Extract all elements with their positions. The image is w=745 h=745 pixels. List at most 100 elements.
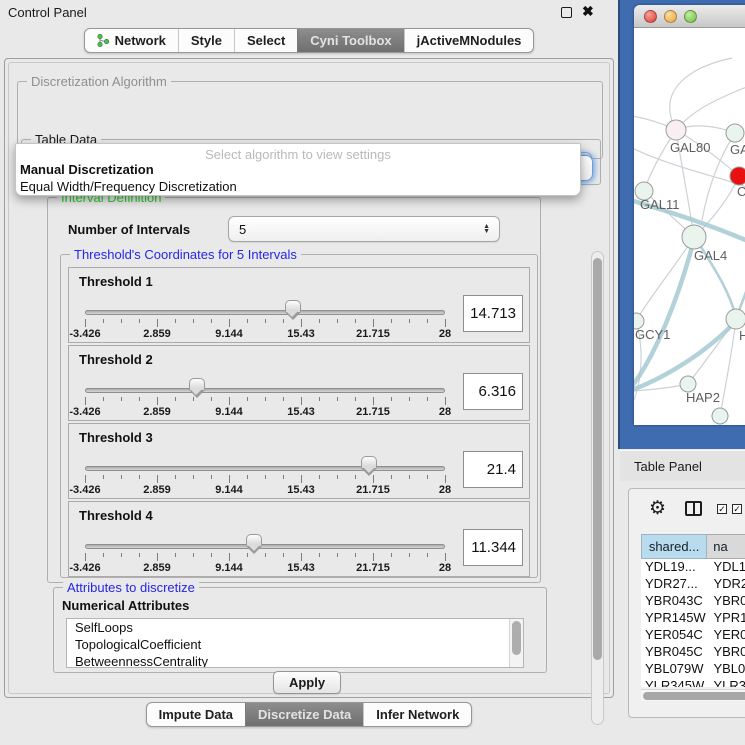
attribute-list-item[interactable]: BetweennessCentrality <box>67 653 523 668</box>
network-node-gal4[interactable] <box>682 225 706 249</box>
mac-close-icon[interactable] <box>644 10 657 23</box>
column-layout-icon[interactable] <box>685 501 702 516</box>
threshold-value-field[interactable]: 14.713 <box>463 295 523 332</box>
table-row[interactable]: YLR345WYLR3 <box>641 678 745 687</box>
cell-name: YBR0 <box>707 644 745 661</box>
tab-network-label: Network <box>115 33 166 48</box>
algorithm-option-manual[interactable]: Manual Discretization <box>20 162 154 177</box>
column-header-name[interactable]: na <box>707 534 745 559</box>
network-canvas[interactable]: GAL80GACGAL11GAL4GCY1HHAP2 <box>634 28 745 425</box>
slider-ticks <box>85 553 445 561</box>
network-node-label: HAP2 <box>686 390 720 405</box>
threshold-panel: Threshold 1-3.4262.8599.14415.4321.71528… <box>68 267 530 343</box>
attribute-list-item[interactable]: TopologicalCoefficient <box>67 636 523 653</box>
checkbox-icon[interactable]: ✓ <box>717 504 727 514</box>
number-of-intervals-value: 5 <box>239 222 246 237</box>
slider-thumb[interactable] <box>246 534 262 554</box>
network-window: GAL80GACGAL11GAL4GCY1HHAP2 <box>618 0 745 449</box>
slider-track[interactable] <box>85 544 445 549</box>
table-row[interactable]: YBR045CYBR0 <box>641 644 745 661</box>
table-row[interactable]: YBL079WYBL0 <box>641 661 745 678</box>
network-node-label: GAL11 <box>640 197 680 212</box>
network-node-label: GA <box>730 142 745 157</box>
cell-name: YPR1 <box>707 610 745 627</box>
tab-cyni-toolbox[interactable]: Cyni Toolbox <box>297 29 403 52</box>
algorithm-popup-hint: Select algorithm to view settings <box>16 147 580 162</box>
cell-name: YDR2 <box>707 576 745 593</box>
network-window-titlebar <box>634 5 745 28</box>
tab-infer-network-label: Infer Network <box>376 707 459 722</box>
table-row[interactable]: YDR27...YDR2 <box>641 576 745 593</box>
control-panel-titlebar: Control Panel ✖ <box>0 0 618 25</box>
float-window-icon[interactable] <box>561 7 572 18</box>
table-panel: ⚙ ✓ ✓ shared... na YDL19...YDL1YDR27...Y… <box>628 488 745 718</box>
threshold-slider[interactable]: -3.4262.8599.14415.4321.71528 <box>85 424 445 500</box>
attributes-group-label: Attributes to discretize <box>63 580 199 595</box>
combo-stepper-icon: ▲▼ <box>483 224 490 234</box>
node-table-rows: YDL19...YDL1YDR27...YDR2YBR043CYBR0YPR14… <box>641 559 745 687</box>
algorithm-option-equal-width[interactable]: Equal Width/Frequency Discretization <box>20 179 237 194</box>
threshold-value-field[interactable]: 6.316 <box>463 373 523 410</box>
slider-track[interactable] <box>85 388 445 393</box>
network-node-c[interactable] <box>730 167 745 185</box>
network-node-ga[interactable] <box>726 124 744 142</box>
table-panel-title: Table Panel <box>634 459 702 474</box>
panel-vertical-scrollbar[interactable] <box>591 251 604 725</box>
cell-shared-name: YER054C <box>641 627 707 644</box>
network-node-label: GAL4 <box>694 248 727 263</box>
discretization-algorithm-group-label: Discretization Algorithm <box>27 74 171 89</box>
network-node-gal80[interactable] <box>666 120 686 140</box>
threshold-slider[interactable]: -3.4262.8599.14415.4321.71528 <box>85 346 445 422</box>
network-node-label: C <box>737 184 745 199</box>
table-row[interactable]: YDL19...YDL1 <box>641 559 745 576</box>
threshold-value-field[interactable]: 21.4 <box>463 451 523 488</box>
table-row[interactable]: YBR043CYBR0 <box>641 593 745 610</box>
close-icon[interactable]: ✖ <box>582 3 594 20</box>
tab-style-label: Style <box>191 33 222 48</box>
cell-shared-name: YDR27... <box>641 576 707 593</box>
bottom-tab-bar: Impute Data Discretize Data Infer Networ… <box>0 702 618 727</box>
tab-discretize-data[interactable]: Discretize Data <box>245 703 363 726</box>
apply-button[interactable]: Apply <box>273 671 341 694</box>
slider-track[interactable] <box>85 466 445 471</box>
slider-ticks <box>85 475 445 483</box>
number-of-intervals-label: Number of Intervals <box>68 222 190 237</box>
cell-shared-name: YBR043C <box>641 593 707 610</box>
tab-discretize-data-label: Discretize Data <box>258 707 351 722</box>
column-header-shared-name[interactable]: shared... <box>641 534 707 559</box>
cell-shared-name: YBR045C <box>641 644 707 661</box>
checkbox-icon[interactable]: ✓ <box>732 504 742 514</box>
table-row[interactable]: YPR145WYPR1 <box>641 610 745 627</box>
tab-select[interactable]: Select <box>234 29 297 52</box>
attributes-list-scrollbar[interactable] <box>509 619 523 667</box>
network-node-h[interactable] <box>726 309 745 329</box>
slider-thumb[interactable] <box>285 300 301 320</box>
cell-name: YLR3 <box>707 678 745 687</box>
tab-impute-data[interactable]: Impute Data <box>147 703 245 726</box>
number-of-intervals-combobox[interactable]: 5 ▲▼ <box>228 216 500 242</box>
tab-select-label: Select <box>247 33 285 48</box>
table-row[interactable]: YER054CYER0 <box>641 627 745 644</box>
threshold-value-field[interactable]: 11.344 <box>463 529 523 566</box>
control-panel-title: Control Panel <box>8 5 87 20</box>
threshold-slider[interactable]: -3.4262.8599.14415.4321.71528 <box>85 502 445 578</box>
slider-thumb[interactable] <box>361 456 377 476</box>
attribute-list-item[interactable]: SelfLoops <box>67 619 523 636</box>
network-node[interactable] <box>712 408 728 424</box>
tab-style[interactable]: Style <box>178 29 234 52</box>
mac-zoom-icon[interactable] <box>684 10 697 23</box>
slider-thumb[interactable] <box>189 378 205 398</box>
mac-minimize-icon[interactable] <box>664 10 677 23</box>
table-panel-titlebar: Table Panel <box>620 450 745 481</box>
cell-name: YBL0 <box>707 661 745 678</box>
tab-network[interactable]: Network <box>85 29 178 52</box>
tab-cyni-toolbox-label: Cyni Toolbox <box>310 33 391 48</box>
tab-impute-data-label: Impute Data <box>159 707 233 722</box>
slider-track[interactable] <box>85 310 445 315</box>
gear-icon[interactable]: ⚙ <box>649 498 666 520</box>
control-panel: Control Panel ✖ Network Style Select Cyn… <box>0 0 618 745</box>
tab-infer-network[interactable]: Infer Network <box>363 703 471 726</box>
tab-jactivemnodules[interactable]: jActiveMNodules <box>404 29 534 52</box>
threshold-slider[interactable]: -3.4262.8599.14415.4321.71528 <box>85 268 445 344</box>
table-horizontal-scrollbar[interactable] <box>641 689 745 701</box>
